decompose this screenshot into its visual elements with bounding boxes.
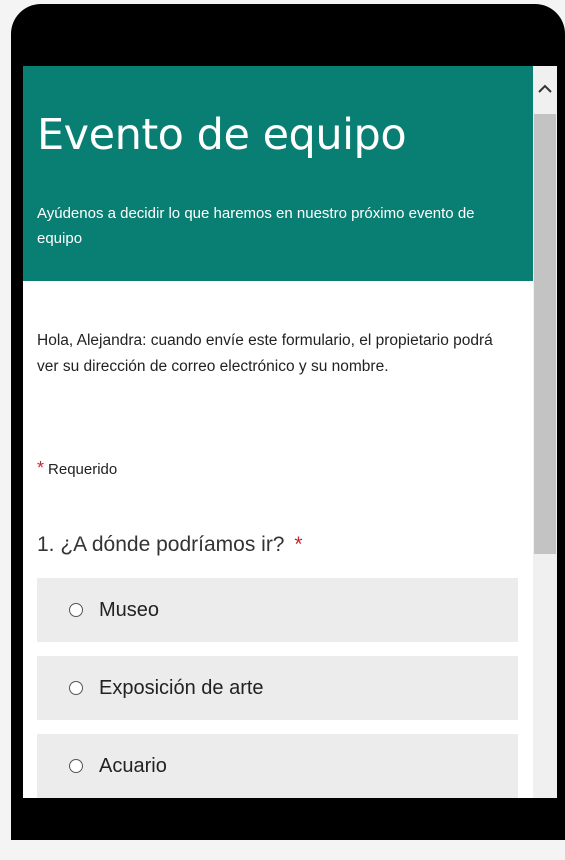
question-text: ¿A dónde podríamos ir? [60,533,285,556]
radio-button-icon[interactable] [69,603,83,617]
option-exposicion-de-arte[interactable]: Exposición de arte [37,656,518,720]
form-content: Evento de equipo Ayúdenos a decidir lo q… [23,66,533,798]
form-title: Evento de equipo [37,110,407,160]
form-header: Evento de equipo Ayúdenos a decidir lo q… [23,66,533,281]
radio-button-icon[interactable] [69,759,83,773]
required-legend: * Requerido [37,458,117,479]
option-acuario[interactable]: Acuario [37,734,518,798]
option-label: Exposición de arte [99,676,264,699]
question-1-title: 1. ¿A dónde podríamos ir? * [37,533,303,557]
option-label: Acuario [99,754,167,777]
form-screen: Evento de equipo Ayúdenos a decidir lo q… [23,66,557,798]
scrollbar-thumb[interactable] [534,114,556,554]
option-museo[interactable]: Museo [37,578,518,642]
radio-button-icon[interactable] [69,681,83,695]
required-star: * [37,458,45,478]
option-label: Museo [99,598,160,621]
required-label: Requerido [48,461,118,478]
question-required-star: * [294,533,303,556]
phone-bottom-bezel [11,798,565,840]
form-subtitle: Ayúdenos a decidir lo que haremos en nue… [37,205,475,247]
vertical-scrollbar[interactable] [533,66,557,798]
question-number: 1. [37,533,55,556]
privacy-notice: Hola, Alejandra: cuando envíe este formu… [37,332,493,375]
chevron-up-icon[interactable] [533,66,557,110]
